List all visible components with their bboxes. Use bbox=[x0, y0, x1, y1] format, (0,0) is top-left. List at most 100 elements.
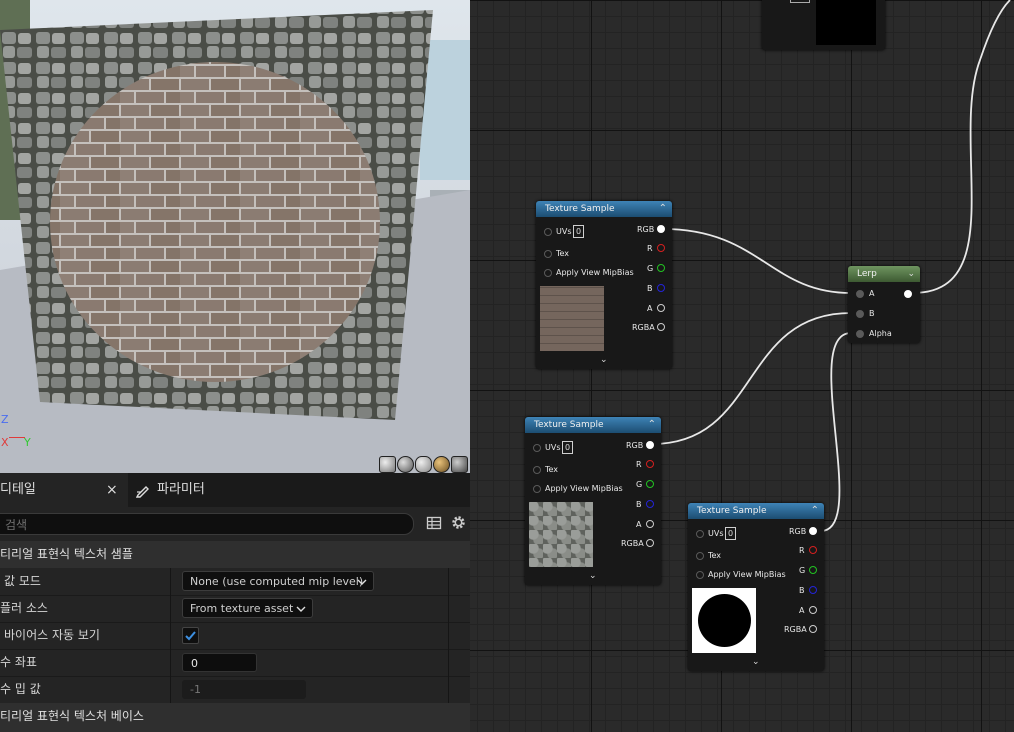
g-output-pin[interactable] bbox=[657, 264, 665, 272]
uvs-input-pin[interactable] bbox=[696, 530, 704, 538]
apply-mip-bias-input-pin[interactable] bbox=[544, 269, 552, 277]
details-tab-bar: 디테일 × 파라미터 bbox=[0, 473, 470, 507]
rgb-output-pin[interactable] bbox=[646, 441, 654, 449]
property-row-auto-view-mip-bias: 바이어스 자동 보기 bbox=[0, 622, 470, 650]
b-output-pin[interactable] bbox=[657, 284, 665, 292]
output-input-box bbox=[790, 0, 810, 3]
divider bbox=[170, 676, 171, 703]
texture-sample-node-2[interactable]: Texture Sample ⌃ UVs 0 Tex Apply View Mi… bbox=[525, 417, 661, 585]
search-input[interactable]: 검색 bbox=[0, 513, 414, 535]
b-output-pin[interactable] bbox=[646, 500, 654, 508]
expand-icon[interactable]: ⌄ bbox=[589, 571, 597, 581]
mip-value-mode-dropdown[interactable]: None (use computed mip level) bbox=[182, 571, 374, 591]
r-output-pin[interactable] bbox=[657, 244, 665, 252]
axis-y-label: Y bbox=[24, 436, 31, 449]
collapse-icon[interactable]: ⌃ bbox=[648, 417, 656, 433]
close-icon[interactable]: × bbox=[106, 473, 118, 507]
lerp-output-pin[interactable] bbox=[904, 290, 912, 298]
cube-preview-icon[interactable] bbox=[433, 456, 450, 473]
tab-details[interactable]: 디테일 × bbox=[0, 473, 128, 507]
a-output-pin[interactable] bbox=[657, 304, 665, 312]
uv-index-input[interactable]: 0 bbox=[573, 225, 584, 238]
auto-view-mip-bias-checkbox[interactable] bbox=[182, 627, 199, 644]
sampler-source-dropdown[interactable]: From texture asset bbox=[182, 598, 313, 618]
tab-parameters[interactable]: 파라미터 bbox=[136, 473, 286, 507]
circle-mask-shape bbox=[698, 594, 751, 647]
lerp-node[interactable]: Lerp ⌄ A B Alpha bbox=[848, 266, 920, 343]
cylinder-preview-icon[interactable] bbox=[379, 456, 396, 473]
node-title-text: Texture Sample bbox=[697, 506, 767, 516]
divider bbox=[448, 649, 449, 676]
a-output-pin[interactable] bbox=[646, 520, 654, 528]
node-title: Lerp ⌄ bbox=[848, 266, 920, 282]
expand-icon[interactable]: ⌄ bbox=[752, 657, 760, 667]
node-title-text: Lerp bbox=[857, 269, 877, 279]
apply-mip-bias-input-pin[interactable] bbox=[533, 485, 541, 493]
collapse-icon[interactable]: ⌃ bbox=[811, 503, 819, 519]
tex-input-pin[interactable] bbox=[544, 250, 552, 258]
property-label: 값 모드 bbox=[4, 574, 41, 588]
axis-z-label: Z bbox=[1, 413, 9, 426]
chevron-down-icon[interactable]: ⌄ bbox=[907, 266, 915, 282]
details-panel: 디테일 × 파라미터 검색 티리얼 표현식 텍스처 샘플 값 모드 None (… bbox=[0, 473, 470, 732]
teapot-preview-icon[interactable] bbox=[451, 456, 468, 473]
divider bbox=[170, 622, 171, 649]
gear-icon[interactable] bbox=[450, 514, 467, 531]
uv-index-input[interactable]: 0 bbox=[725, 527, 736, 540]
r-output-pin[interactable] bbox=[646, 460, 654, 468]
wire-lerp-output bbox=[912, 0, 1011, 294]
texture-sample-node-1[interactable]: Texture Sample ⌃ UVs 0 Tex Apply View Mi… bbox=[536, 201, 672, 369]
rgb-output-pin[interactable] bbox=[809, 527, 817, 535]
uv-index-input[interactable]: 0 bbox=[562, 441, 573, 454]
dropdown-value: None (use computed mip level) bbox=[190, 575, 364, 588]
axis-x-label: X bbox=[1, 436, 9, 449]
const-mip-value-input[interactable]: -1 bbox=[182, 680, 306, 699]
g-output-pin[interactable] bbox=[646, 480, 654, 488]
collapse-icon[interactable]: ⌃ bbox=[659, 201, 667, 217]
search-placeholder: 검색 bbox=[5, 518, 28, 532]
chevron-down-icon bbox=[296, 606, 306, 612]
material-graph[interactable]: Texture Sample ⌃ UVs 0 Tex Apply View Mi… bbox=[470, 0, 1014, 732]
apply-mip-bias-input-pin[interactable] bbox=[696, 571, 704, 579]
property-row-const-mip-value: 수 밉 값 -1 bbox=[0, 676, 470, 704]
expand-icon[interactable]: ⌄ bbox=[600, 355, 608, 365]
r-output-pin[interactable] bbox=[809, 546, 817, 554]
texture-sample-node-3[interactable]: Texture Sample ⌃ UVs 0 Tex Apply View Mi… bbox=[688, 503, 824, 671]
g-output-pin[interactable] bbox=[809, 566, 817, 574]
g-label: G bbox=[647, 264, 654, 273]
uvs-label: UVs bbox=[545, 443, 561, 452]
alpha-input-pin[interactable] bbox=[856, 330, 864, 338]
category-texture-base[interactable]: 티리얼 표현식 텍스처 베이스 bbox=[0, 703, 470, 732]
viewport[interactable]: Z X Y bbox=[0, 0, 470, 473]
b-input-pin[interactable] bbox=[856, 310, 864, 318]
category-texture-sample[interactable]: 티리얼 표현식 텍스처 샘플 bbox=[0, 541, 470, 568]
uvs-input-pin[interactable] bbox=[544, 228, 552, 236]
uvs-input-pin[interactable] bbox=[533, 444, 541, 452]
tex-label: Tex bbox=[556, 249, 570, 258]
plane-preview-icon[interactable] bbox=[415, 456, 432, 473]
rgb-label: RGB bbox=[626, 441, 644, 450]
rgba-label: RGBA bbox=[621, 539, 644, 548]
dropdown-value: From texture asset bbox=[190, 602, 294, 615]
a-label: A bbox=[636, 520, 642, 529]
output-node[interactable] bbox=[762, 0, 885, 50]
const-coordinate-input[interactable]: 0 bbox=[182, 653, 257, 672]
b-output-pin[interactable] bbox=[809, 586, 817, 594]
sphere-preview-icon[interactable] bbox=[397, 456, 414, 473]
node-title: Texture Sample ⌃ bbox=[525, 417, 661, 433]
rgba-output-pin[interactable] bbox=[809, 625, 817, 633]
rgba-output-pin[interactable] bbox=[646, 539, 654, 547]
a-output-pin[interactable] bbox=[809, 606, 817, 614]
table-view-icon[interactable] bbox=[426, 515, 442, 531]
rgb-output-pin[interactable] bbox=[657, 225, 665, 233]
a-input-pin[interactable] bbox=[856, 290, 864, 298]
node-title: Texture Sample ⌃ bbox=[688, 503, 824, 519]
tex-input-pin[interactable] bbox=[533, 466, 541, 474]
property-label: 바이어스 자동 보기 bbox=[4, 628, 100, 642]
tex-label: Tex bbox=[708, 551, 722, 560]
stone-texture-thumbnail bbox=[529, 502, 593, 567]
rgba-output-pin[interactable] bbox=[657, 323, 665, 331]
tex-input-pin[interactable] bbox=[696, 552, 704, 560]
g-label: G bbox=[799, 566, 806, 575]
category-texture-sample-label: 티리얼 표현식 텍스처 샘플 bbox=[0, 547, 133, 561]
